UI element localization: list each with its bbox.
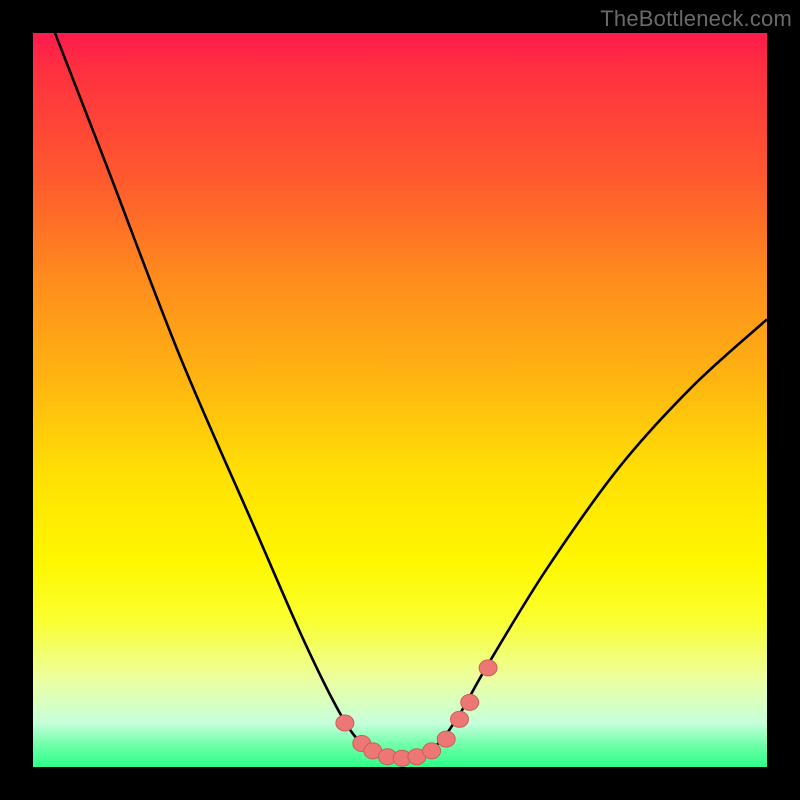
highlight-marker: [336, 715, 354, 731]
highlight-marker: [461, 694, 479, 710]
watermark-text: TheBottleneck.com: [600, 6, 792, 32]
outer-frame: TheBottleneck.com: [0, 0, 800, 800]
highlight-marker: [479, 660, 497, 676]
highlight-markers: [336, 660, 497, 766]
highlight-marker: [437, 731, 455, 747]
highlight-marker: [423, 743, 441, 759]
highlight-marker: [451, 711, 469, 727]
plot-area: [33, 33, 767, 767]
chart-svg: [33, 33, 767, 767]
bottleneck-curve: [55, 33, 767, 760]
